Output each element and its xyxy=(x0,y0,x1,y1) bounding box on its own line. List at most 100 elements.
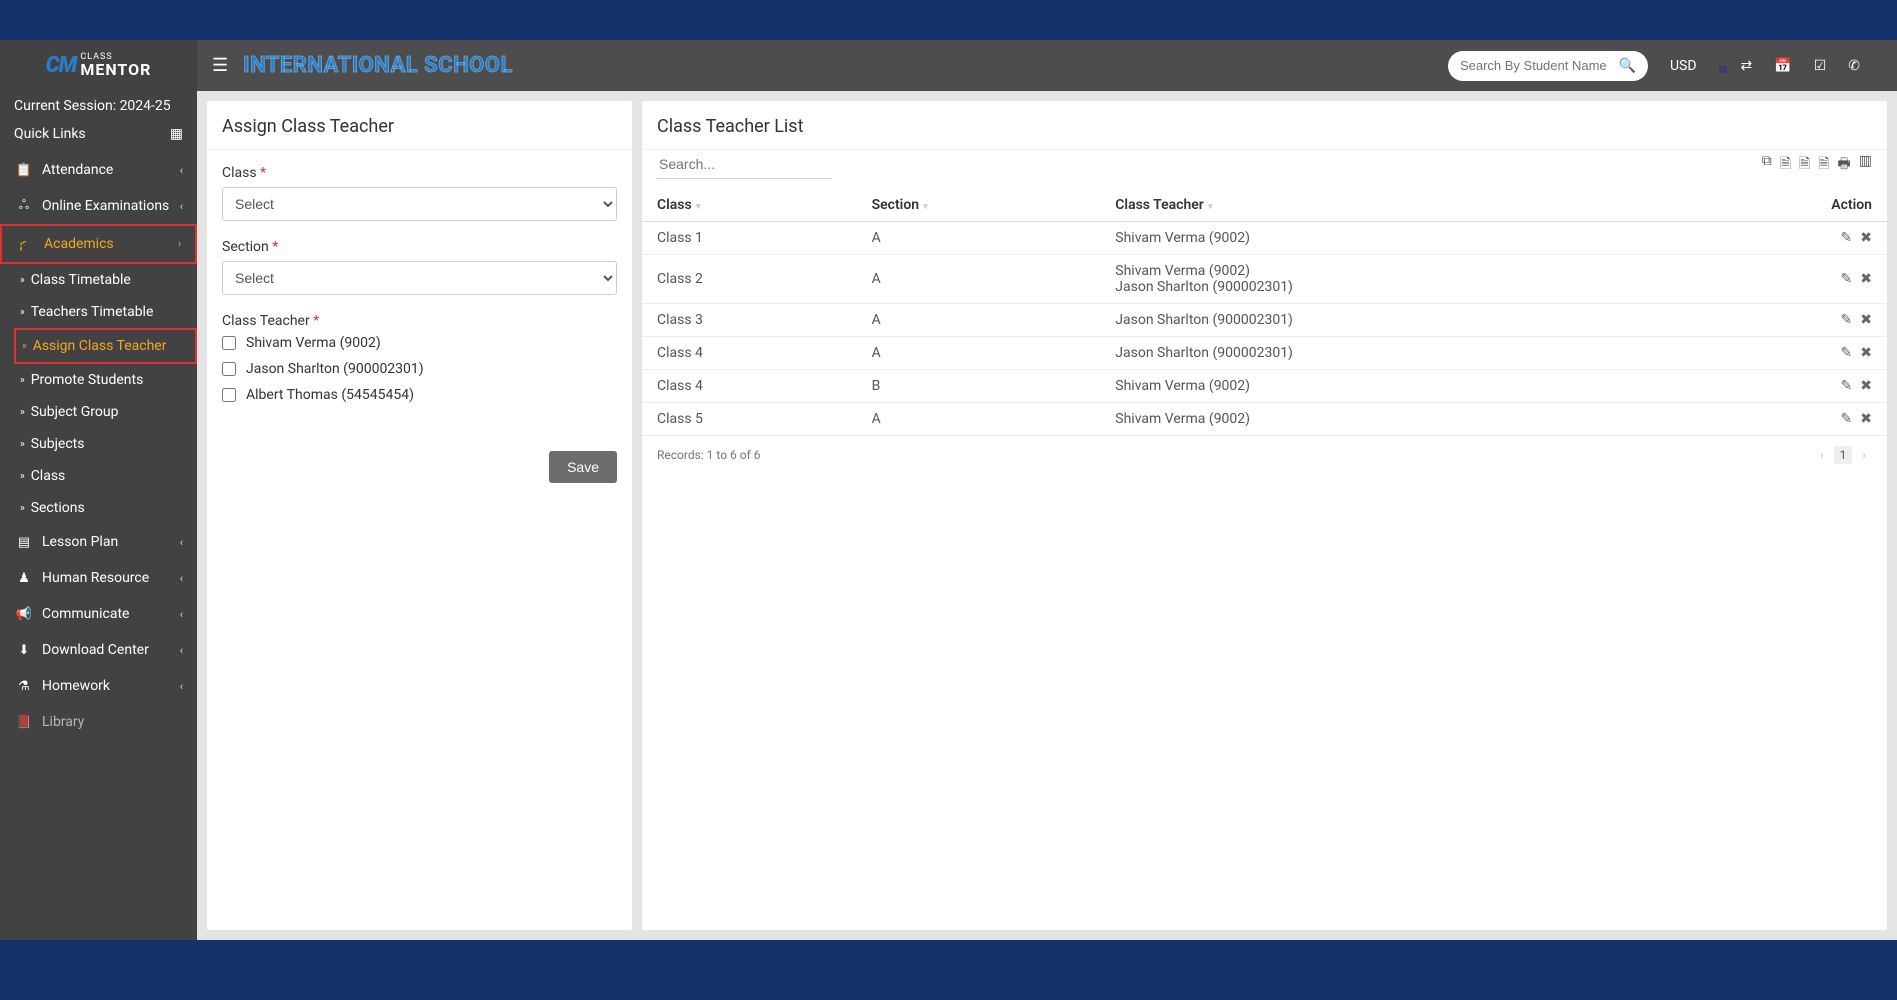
nav-attendance[interactable]: 📋 Attendance ‹ xyxy=(0,152,197,188)
double-chevron-icon: » xyxy=(20,275,25,286)
edit-icon[interactable]: ✎ xyxy=(1841,230,1853,246)
nav-library[interactable]: 📕 Library xyxy=(0,704,197,740)
teacher-checkbox-1[interactable] xyxy=(222,362,236,376)
student-search[interactable]: 🔍 xyxy=(1448,51,1648,81)
nav-download-center-label: Download Center xyxy=(42,642,149,658)
nav-lesson-plan[interactable]: ▤ Lesson Plan ‹ xyxy=(0,524,197,560)
nav-sub-sections[interactable]: » Sections xyxy=(0,492,197,524)
teacher-label: Class Teacher * xyxy=(222,313,617,329)
teacher-checkbox-0[interactable] xyxy=(222,336,236,350)
nav-download-center[interactable]: ⬇ Download Center ‹ xyxy=(0,632,197,668)
cell-section: A xyxy=(857,337,1101,370)
nav-homework-label: Homework xyxy=(42,678,110,694)
col-section[interactable]: Section ▾ xyxy=(857,189,1101,222)
teacher-list-panel: Class Teacher List ⧉ 🗎 🗎 🗎 🖶 ▥ xyxy=(642,101,1887,930)
sidebar: CM CLASS MENTOR Current Session: 2024-25… xyxy=(0,40,197,940)
teacher-check-label-0: Shivam Verma (9002) xyxy=(246,335,381,351)
nav-sub-assign-class-teacher[interactable]: » Assign Class Teacher xyxy=(14,328,197,364)
delete-icon[interactable]: ✖ xyxy=(1860,378,1872,394)
csv-icon[interactable]: 🗎 xyxy=(1799,153,1810,177)
edit-icon[interactable]: ✎ xyxy=(1841,312,1853,328)
nav-sub-class-timetable[interactable]: » Class Timetable xyxy=(0,264,197,296)
teacher-check-label-1: Jason Sharlton (900002301) xyxy=(246,361,424,377)
grid-icon: ▦ xyxy=(170,126,183,142)
currency-selector[interactable]: USD xyxy=(1670,58,1697,74)
chevron-left-icon: ‹ xyxy=(180,644,183,657)
delete-icon[interactable]: ✖ xyxy=(1860,312,1872,328)
teacher-check-label-2: Albert Thomas (54545454) xyxy=(246,387,414,403)
print-icon[interactable]: 🖶 xyxy=(1838,153,1851,177)
quick-links[interactable]: Quick Links ▦ xyxy=(0,121,197,152)
save-button[interactable]: Save xyxy=(549,451,617,483)
list-panel-title: Class Teacher List xyxy=(642,101,1887,150)
nav-online-exams[interactable]: ஃ Online Examinations ‹ xyxy=(0,188,197,224)
pdf-icon[interactable]: 🗎 xyxy=(1818,153,1829,177)
nav-sub-promote-students[interactable]: » Promote Students xyxy=(0,364,197,396)
edit-icon[interactable]: ✎ xyxy=(1841,378,1853,394)
delete-icon[interactable]: ✖ xyxy=(1860,271,1872,287)
chevron-left-icon: ‹ xyxy=(180,536,183,549)
list-search-input[interactable] xyxy=(657,150,832,179)
sitemap-icon: ♟ xyxy=(14,571,34,586)
swap-icon[interactable]: ⇄ xyxy=(1741,58,1753,74)
delete-icon[interactable]: ✖ xyxy=(1860,411,1872,427)
teacher-checkbox-row[interactable]: Albert Thomas (54545454) xyxy=(222,387,617,403)
nav-academics[interactable]: 🎓 Academics ‹ xyxy=(0,224,197,264)
school-name: INTERNATIONAL SCHOOL xyxy=(243,53,513,78)
nav-communicate[interactable]: 📢 Communicate ‹ xyxy=(0,596,197,632)
col-action: Action xyxy=(1687,189,1887,222)
page-number[interactable]: 1 xyxy=(1834,446,1853,464)
class-select[interactable]: Select xyxy=(222,187,617,221)
page-prev[interactable]: ‹ xyxy=(1814,446,1830,464)
section-select[interactable]: Select xyxy=(222,261,617,295)
cell-action: ✎✖ xyxy=(1687,222,1887,255)
page-next[interactable]: › xyxy=(1856,446,1872,464)
table-row: Class 4AJason Sharlton (900002301)✎✖ xyxy=(642,337,1887,370)
rss-icon: ஃ xyxy=(14,198,34,214)
calendar-icon[interactable]: 📅 xyxy=(1774,58,1791,74)
nav-homework[interactable]: ⚗ Homework ‹ xyxy=(0,668,197,704)
delete-icon[interactable]: ✖ xyxy=(1860,345,1872,361)
copy-icon[interactable]: ⧉ xyxy=(1762,153,1772,177)
sub-class-label: Class xyxy=(31,468,66,484)
flask-icon: ⚗ xyxy=(14,679,34,694)
search-icon[interactable]: 🔍 xyxy=(1619,58,1636,74)
cell-action: ✎✖ xyxy=(1687,337,1887,370)
hamburger-icon[interactable]: ☰ xyxy=(212,55,228,76)
edit-icon[interactable]: ✎ xyxy=(1841,271,1853,287)
assign-panel-title: Assign Class Teacher xyxy=(207,101,632,150)
nav-lesson-plan-label: Lesson Plan xyxy=(42,534,118,550)
teacher-checkbox-2[interactable] xyxy=(222,388,236,402)
sort-icon: ▾ xyxy=(694,202,701,212)
double-chevron-icon: » xyxy=(22,341,27,352)
teacher-checkbox-row[interactable]: Shivam Verma (9002) xyxy=(222,335,617,351)
nav-sub-teachers-timetable[interactable]: » Teachers Timetable xyxy=(0,296,197,328)
whatsapp-icon[interactable]: ✆ xyxy=(1848,58,1860,74)
chevron-left-icon: ‹ xyxy=(180,680,183,693)
teacher-checkbox-row[interactable]: Jason Sharlton (900002301) xyxy=(222,361,617,377)
student-search-input[interactable] xyxy=(1460,58,1619,73)
nav-academics-label: Academics xyxy=(44,236,114,252)
cell-action: ✎✖ xyxy=(1687,370,1887,403)
edit-icon[interactable]: ✎ xyxy=(1841,411,1853,427)
col-class[interactable]: Class ▾ xyxy=(642,189,857,222)
table-row: Class 2AShivam Verma (9002)Jason Sharlto… xyxy=(642,255,1887,304)
edit-icon[interactable]: ✎ xyxy=(1841,345,1853,361)
double-chevron-icon: » xyxy=(20,471,25,482)
cell-class: Class 4 xyxy=(642,370,857,403)
nav-sub-subjects[interactable]: » Subjects xyxy=(0,428,197,460)
double-chevron-icon: » xyxy=(20,307,25,318)
cell-teacher: Shivam Verma (9002)Jason Sharlton (90000… xyxy=(1100,255,1687,304)
section-label: Section * xyxy=(222,239,617,255)
col-teacher[interactable]: Class Teacher ▾ xyxy=(1100,189,1687,222)
delete-icon[interactable]: ✖ xyxy=(1860,230,1872,246)
task-icon[interactable]: ☑ xyxy=(1814,58,1827,74)
nav-library-label: Library xyxy=(42,714,84,730)
nav-sub-class[interactable]: » Class xyxy=(0,460,197,492)
nav-human-resource[interactable]: ♟ Human Resource ‹ xyxy=(0,560,197,596)
excel-icon[interactable]: 🗎 xyxy=(1780,153,1791,177)
teacher-list-table: Class ▾ Section ▾ Class Teacher ▾ Action… xyxy=(642,189,1887,436)
columns-icon[interactable]: ▥ xyxy=(1859,153,1872,177)
nav-sub-subject-group[interactable]: » Subject Group xyxy=(0,396,197,428)
nav-human-resource-label: Human Resource xyxy=(42,570,149,586)
